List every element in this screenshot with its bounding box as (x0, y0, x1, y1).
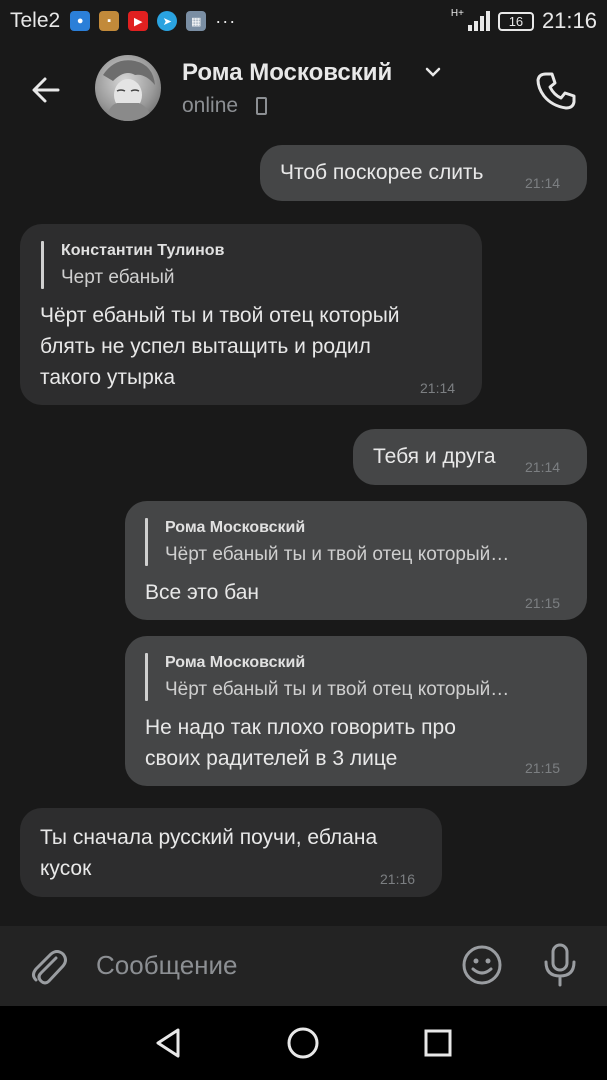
more-notifications-icon: ··· (215, 10, 237, 31)
message-text-line: Чёрт ебаный ты и твой отец который (40, 304, 400, 327)
message-text: Все это бан (145, 581, 259, 604)
reply-quote-bar (145, 518, 148, 566)
reply-author: Константин Тулинов (61, 242, 225, 259)
telegram-icon: ➤ (157, 11, 178, 31)
avatar[interactable] (95, 55, 161, 121)
nav-back-icon[interactable] (152, 1026, 186, 1060)
reply-quote-bar (41, 241, 44, 289)
message-composer: Сообщение (0, 926, 607, 1006)
wallet-icon: ▪ (99, 11, 120, 31)
status-bar: Tele2 ● ▪ ▶ ➤ ▦ ··· H+ 16 21:16 (0, 0, 607, 42)
carrier-name: Tele2 (10, 9, 61, 32)
message-time: 21:14 (420, 380, 456, 396)
message-text-line: такого утырка (40, 366, 176, 389)
battery-level: 16 (508, 13, 524, 29)
message-text: Тебя и друга (373, 445, 496, 468)
clock: 21:16 (541, 8, 597, 33)
network-type: H+ (450, 7, 464, 19)
chevron-down-icon[interactable] (424, 66, 442, 78)
nav-recents-icon[interactable] (421, 1026, 455, 1060)
paperclip-icon[interactable] (28, 944, 68, 988)
message-bubble-outgoing[interactable]: Тебя и друга 21:14 (353, 429, 587, 485)
emoji-icon[interactable] (461, 944, 503, 986)
contact-name[interactable]: Рома Московский (182, 59, 392, 87)
contact-status: online (182, 94, 239, 117)
messages-icon: ● (70, 11, 91, 31)
message-time: 21:14 (525, 459, 561, 475)
message-bubble-outgoing[interactable]: Чтоб поскорее слить 21:14 (260, 145, 587, 201)
reply-text: Чёрт ебаный ты и твой отец который… (165, 679, 510, 700)
message-text-line: блять не успел вытащить и родил (40, 335, 371, 358)
system-navigation-bar (0, 1006, 607, 1080)
message-text-line: своих радителей в 3 лице (145, 747, 398, 770)
message-input[interactable]: Сообщение (96, 950, 238, 981)
message-time: 21:16 (380, 871, 416, 887)
youtube-icon: ▶ (128, 11, 149, 31)
back-arrow-icon[interactable] (28, 72, 64, 108)
message-time: 21:15 (525, 595, 561, 611)
message-time: 21:14 (525, 175, 561, 191)
microphone-icon[interactable] (540, 942, 580, 988)
message-text-line: кусок (40, 857, 92, 880)
message-bubble-incoming[interactable]: Константин Тулинов Черт ебаный Чёрт ебан… (20, 224, 482, 405)
reply-quote-bar (145, 653, 148, 701)
message-bubble-incoming[interactable]: Ты сначала русский поучи, еблана кусок 2… (20, 808, 442, 897)
reply-text: Чёрт ебаный ты и твой отец который… (165, 544, 510, 565)
phone-call-icon[interactable] (534, 68, 578, 112)
message-text: Чтоб поскорее слить (280, 161, 484, 184)
message-bubble-outgoing[interactable]: Рома Московский Чёрт ебаный ты и твой от… (125, 501, 587, 620)
reply-text: Черт ебаный (61, 267, 175, 288)
reply-author: Рома Московский (165, 654, 306, 671)
mobile-device-icon (256, 97, 267, 115)
message-text-line: Ты сначала русский поучи, еблана (40, 826, 378, 849)
gallery-icon: ▦ (186, 11, 207, 31)
nav-home-icon[interactable] (286, 1026, 320, 1060)
message-time: 21:15 (525, 760, 561, 776)
message-text-line: Не надо так плохо говорить про (145, 716, 456, 739)
signal-icon (467, 11, 490, 31)
reply-author: Рома Московский (165, 519, 306, 536)
message-bubble-outgoing[interactable]: Рома Московский Чёрт ебаный ты и твой от… (125, 636, 587, 786)
battery-icon: 16 (497, 11, 534, 31)
chat-header: Рома Московский online (0, 50, 607, 130)
